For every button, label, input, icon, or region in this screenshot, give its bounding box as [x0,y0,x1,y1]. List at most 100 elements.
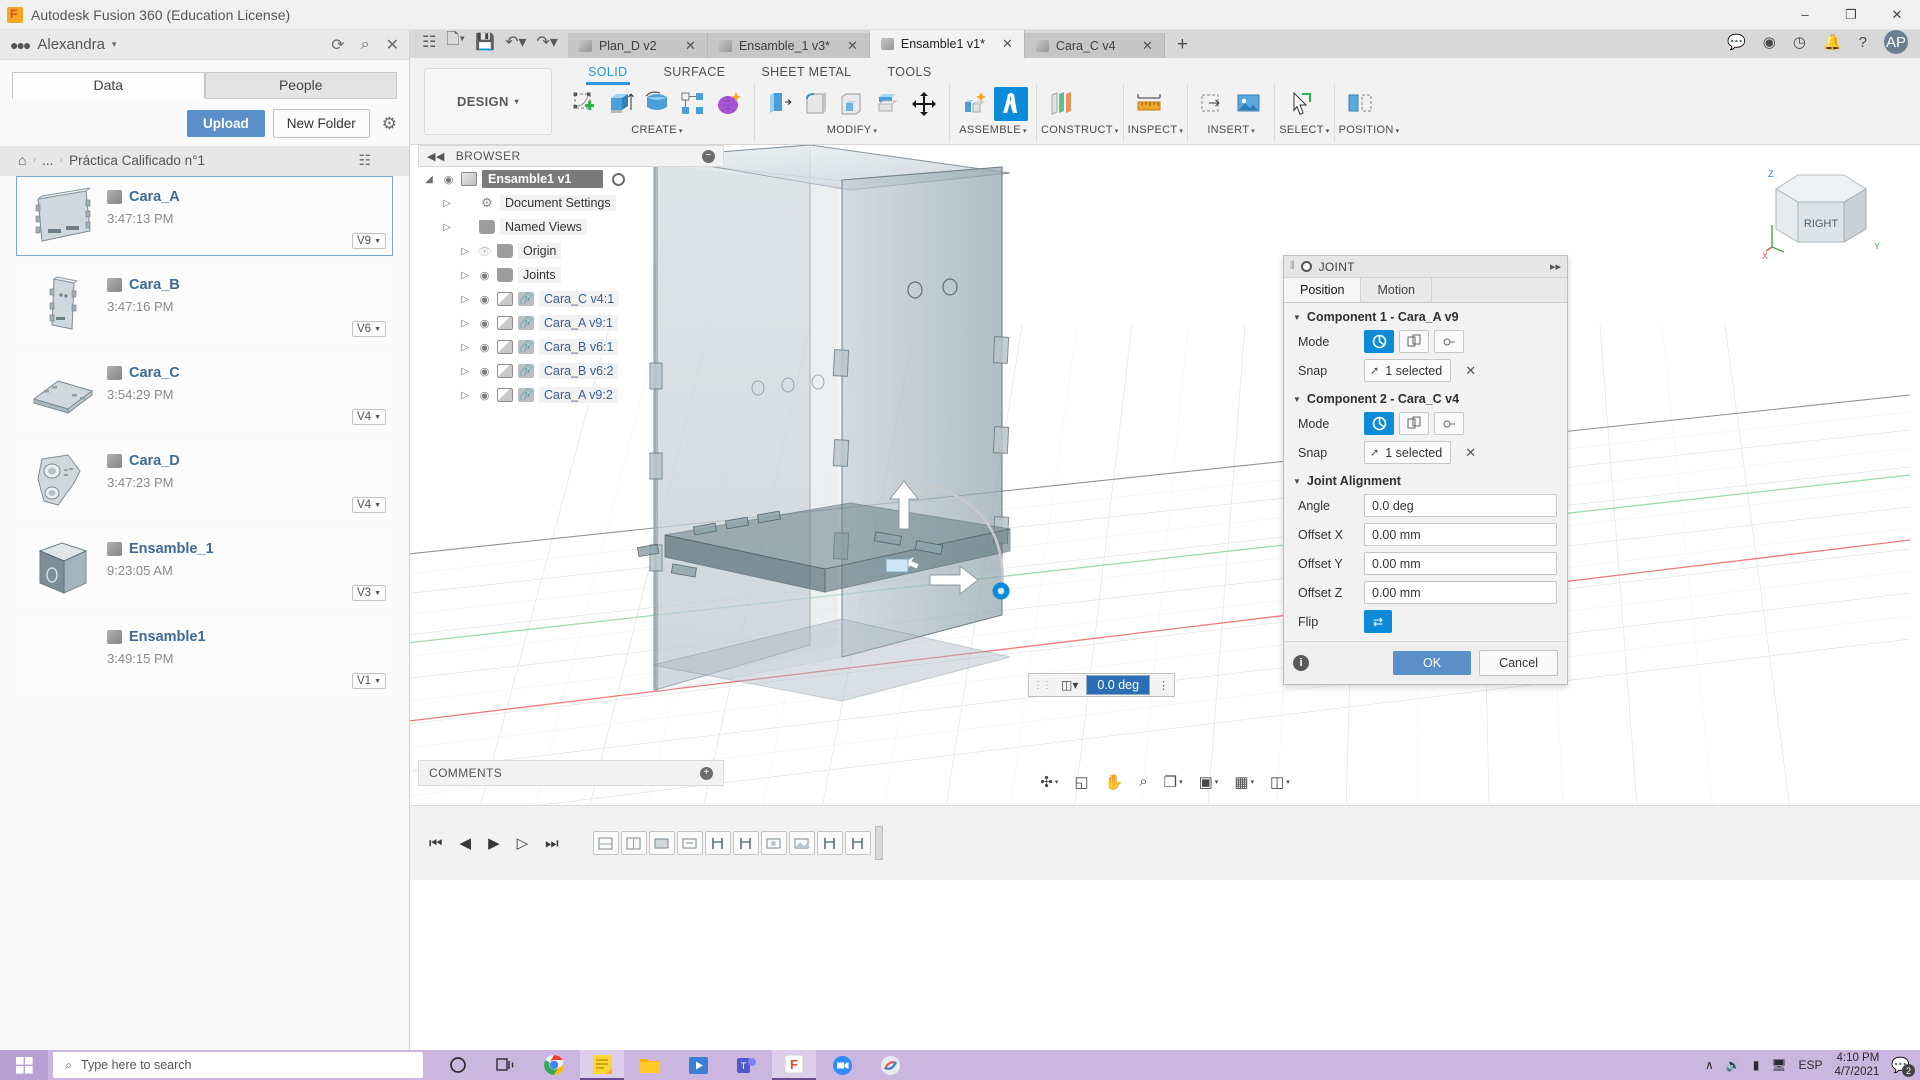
sticky-notes-icon[interactable] [580,1050,624,1080]
visibility-icon[interactable]: ◉ [441,173,456,186]
alignment-field-input[interactable]: 0.0 deg [1364,494,1557,517]
file-name[interactable]: Cara_A [129,189,180,205]
chevron-down-icon[interactable]: ▾ [873,128,877,135]
collapse-icon[interactable]: ◀◀ [427,150,445,163]
component1-snap-selection[interactable]: ➚ 1 selected [1364,359,1452,382]
chevron-down-icon[interactable]: ▾ [1115,128,1119,135]
expand-twisty-icon[interactable]: ▷ [458,390,472,401]
clock[interactable]: 4:10 PM 4/7/2021 [1835,1051,1880,1079]
file-card[interactable]: Cara_C 3:54:29 PM V4 ▼ [16,352,393,432]
chevron-down-icon[interactable]: ▾ [1251,778,1255,786]
angle-input-overlay[interactable]: ⋮⋮ ◫▾ 0.0 deg ⋮ [1028,673,1176,697]
teams-icon[interactable]: T [724,1050,768,1080]
fusion360-taskbar-icon[interactable]: F [772,1050,816,1080]
tray-chevron-icon[interactable]: ∧ [1705,1058,1714,1072]
version-badge[interactable]: V3 ▼ [351,585,386,601]
visibility-icon[interactable]: ◉ [477,269,492,282]
version-badge[interactable]: V4 ▼ [351,409,386,425]
file-card[interactable]: Ensamble1 3:49:15 PM V1 ▼ [16,616,393,696]
expand-twisty-icon[interactable]: ▷ [440,222,454,233]
timeline-feature[interactable] [648,831,675,855]
fit-icon[interactable]: ❐ ▾ [1159,769,1188,795]
chrome-icon[interactable] [532,1050,576,1080]
pattern-icon[interactable] [676,87,710,121]
breadcrumb-current[interactable]: Práctica Calificado n°1 [69,153,205,168]
info-icon[interactable]: i [1293,655,1309,671]
timeline-feature[interactable] [816,831,843,855]
version-badge[interactable]: V1 ▼ [351,673,386,689]
tab-position[interactable]: Position [1284,278,1362,302]
version-badge[interactable]: V9 ▼ [351,233,386,249]
file-card[interactable]: Ensamble_1 9:23:05 AM V3 ▼ [16,528,393,608]
file-name[interactable]: Cara_C [129,365,180,381]
angle-options-icon[interactable]: ⋮ [1152,679,1174,692]
expand-twisty-icon[interactable]: ▷ [458,294,472,305]
version-badge[interactable]: V6 ▼ [351,321,386,337]
app9-icon[interactable] [868,1050,912,1080]
flip-button[interactable]: ⇄ [1364,610,1392,633]
chevron-down-icon[interactable]: ▾ [1215,778,1219,786]
look-at-icon[interactable]: ◱ [1069,769,1093,795]
file-card[interactable]: Cara_D 3:47:23 PM V4 ▼ [16,440,393,520]
redo-icon[interactable]: ↷▾ [533,32,562,52]
expand-twisty-icon[interactable]: ▷ [458,270,472,281]
document-tab[interactable]: Plan_D v2 ✕ [567,33,708,58]
display-settings-icon[interactable]: ▣ ▾ [1194,769,1224,795]
close-panel-icon[interactable]: ✕ [386,35,399,55]
comments-bar[interactable]: COMMENTS + [418,760,724,786]
battery-icon[interactable]: ▮ [1753,1058,1760,1072]
browser-row[interactable]: ▷ ⚙ Document Settings [418,191,724,215]
browser-row[interactable]: ▷ ◉ 🔗 Cara_B v6:1 [418,335,724,359]
measure-icon[interactable] [1132,87,1166,121]
file-card[interactable]: Cara_B 3:47:16 PM V6 ▼ [16,264,393,344]
help-icon[interactable]: ? [1859,34,1867,51]
shell-icon[interactable] [835,87,869,121]
browser-row[interactable]: ◢ ◉ Ensamble1 v1 [418,167,724,191]
chevron-down-icon[interactable]: ▾ [1251,128,1255,135]
network-icon[interactable]: 🖥 [1771,1058,1786,1072]
grid-icon[interactable]: ☷ [418,32,440,52]
gear-icon[interactable]: ⚙ [382,114,397,134]
search-icon[interactable]: ⌕ [361,36,370,54]
save-icon[interactable]: 💾 [471,32,499,52]
combine-icon[interactable] [871,87,905,121]
component2-section-header[interactable]: ▼ Component 2 - Cara_C v4 [1284,385,1567,409]
zoom-icon[interactable] [820,1050,864,1080]
globe-icon[interactable]: ◉ [1763,33,1776,51]
alignment-field-input[interactable]: 0.00 mm [1364,581,1557,604]
timeline-feature[interactable] [760,831,787,855]
expand-twisty-icon[interactable]: ▷ [440,198,454,209]
workspace-switcher[interactable]: DESIGN ▾ [424,68,552,135]
expand-icon[interactable]: ▸▸ [1550,260,1561,273]
file-icon[interactable]: 🗋▾ [442,28,469,55]
drag-grip-icon[interactable]: ⫴ [1290,260,1295,273]
timeline-feature[interactable] [676,831,703,855]
globe-icon[interactable]: ☷ [358,152,409,169]
expand-twisty-icon[interactable]: ◢ [422,174,436,185]
mode-asbuilt-button[interactable] [1399,412,1429,435]
extrude-icon[interactable] [604,87,638,121]
file-explorer-icon[interactable] [628,1050,672,1080]
insert-derive-icon[interactable] [1196,87,1230,121]
mode-revolute-button[interactable] [1434,330,1464,353]
browser-row[interactable]: ▷ ◉ 🔗 Cara_A v9:1 [418,311,724,335]
pan-icon[interactable]: ✋ [1100,769,1129,795]
cancel-button[interactable]: Cancel [1479,650,1558,676]
timeline-feature[interactable] [704,831,731,855]
timeline-end-marker[interactable] [874,826,883,860]
document-tab[interactable]: Cara_C v4 ✕ [1024,33,1165,58]
start-button[interactable] [0,1050,48,1080]
timeline-feature[interactable] [844,831,871,855]
timeline-feature[interactable] [592,831,619,855]
press-pull-icon[interactable] [763,87,797,121]
chevron-down-icon[interactable]: ▾ [112,39,117,50]
media-player-icon[interactable] [676,1050,720,1080]
joint-dialog-titlebar[interactable]: ⫴ JOINT ▸▸ [1284,256,1567,278]
activate-component-icon[interactable] [612,172,626,186]
refresh-icon[interactable]: ⟳ [331,35,344,55]
minimize-button[interactable]: – [1782,0,1828,30]
visibility-icon[interactable]: 👁 [477,245,492,258]
minimize-icon[interactable]: − [702,149,715,163]
joint-alignment-header[interactable]: ▼ Joint Alignment [1284,467,1567,491]
browser-row[interactable]: ▷ Named Views [418,215,724,239]
